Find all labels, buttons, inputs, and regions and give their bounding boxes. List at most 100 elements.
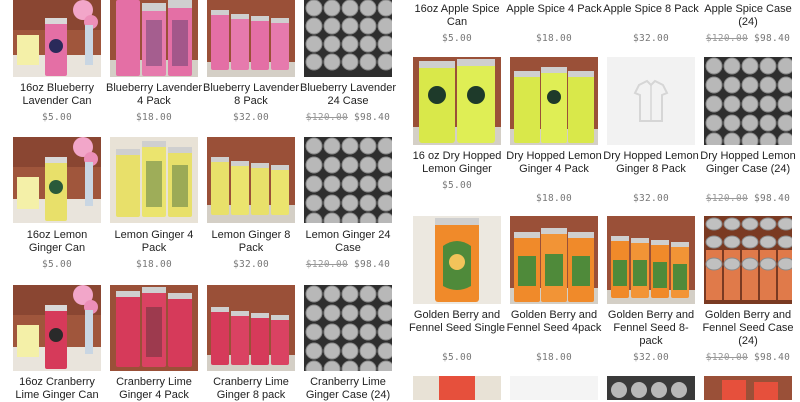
product-title[interactable]: Golden Berry and Fennel Seed 8-pack <box>603 309 699 348</box>
original-price: $120.00 <box>705 352 748 363</box>
product-card[interactable] <box>704 376 792 400</box>
original-price: $120.00 <box>705 33 748 44</box>
product-title[interactable]: 16oz Lemon Ginger Can <box>9 229 105 255</box>
product-title[interactable]: Dry Hopped Lemon Ginger Case (24) <box>700 150 796 176</box>
product-image[interactable] <box>110 137 198 223</box>
sale-price: $98.40 <box>754 352 791 363</box>
product-card[interactable]: Apple Spice 4 Pack $18.00 <box>506 0 601 48</box>
product-card[interactable]: Dry Hopped Lemon Ginger 8 Pack $32.00 <box>603 57 699 207</box>
original-price: $120.00 <box>705 193 748 204</box>
product-price: $5.00 <box>41 112 73 123</box>
sale-price: $98.40 <box>354 259 391 270</box>
product-title[interactable]: Golden Berry and Fennel Seed Single <box>409 309 505 335</box>
product-image[interactable] <box>13 285 101 371</box>
product-card[interactable]: Golden Berry and Fennel Seed Single $5.0… <box>409 216 505 366</box>
product-image[interactable] <box>704 376 792 400</box>
product-image[interactable] <box>413 57 501 145</box>
sale-price: $98.40 <box>754 193 791 204</box>
product-card[interactable]: Cranberry Lime Ginger 4 Pack <box>110 285 198 401</box>
product-card[interactable]: 16oz Blueberry Lavender Can $5.00 <box>13 0 101 125</box>
product-card[interactable] <box>413 376 501 400</box>
product-card[interactable]: Dry Hopped Lemon Ginger Case (24) $120.0… <box>700 57 796 207</box>
product-title[interactable]: Apple Spice 8 Pack <box>603 3 699 16</box>
product-price: $120.00 $98.40 <box>698 33 798 45</box>
original-price: $120.00 <box>305 112 348 123</box>
product-title[interactable]: Cranberry Lime Ginger 4 Pack <box>106 376 202 402</box>
product-card[interactable]: Golden Berry and Fennel Seed 4pack $18.0… <box>507 216 601 366</box>
product-card[interactable]: Dry Hopped Lemon Ginger 4 Pack $18.00 <box>506 57 602 207</box>
product-card[interactable]: Cranberry Lime Ginger 8 pack <box>207 285 295 401</box>
product-card[interactable]: Blueberry Lavender 8 Pack $32.00 <box>203 0 299 125</box>
product-title[interactable]: Blueberry Lavender 24 Case <box>300 82 396 108</box>
product-image[interactable] <box>207 137 295 223</box>
product-price: $18.00 <box>135 259 173 270</box>
product-price: $18.00 <box>535 352 573 363</box>
product-title[interactable]: Golden Berry and Fennel Seed 4pack <box>506 309 602 335</box>
product-price: $32.00 <box>632 193 670 204</box>
product-title[interactable]: Cranberry Lime Ginger Case (24) <box>300 376 396 402</box>
product-image[interactable] <box>413 376 501 400</box>
product-title[interactable]: 16 oz Dry Hopped Lemon Ginger <box>409 150 505 176</box>
product-title[interactable]: Apple Spice Case (24) <box>700 3 796 29</box>
product-title[interactable]: Lemon Ginger 24 Case <box>300 229 396 255</box>
product-card[interactable]: Lemon Ginger 8 Pack $32.00 <box>207 137 295 277</box>
product-price: $32.00 <box>232 259 270 270</box>
product-title[interactable]: Dry Hopped Lemon Ginger 8 Pack <box>603 150 699 176</box>
product-price: $18.00 <box>535 33 573 44</box>
product-card[interactable]: Blueberry Lavender 4 Pack $18.00 <box>106 0 202 125</box>
product-card[interactable]: Lemon Ginger 4 Pack $18.00 <box>110 137 198 277</box>
product-card[interactable]: 16oz Cranberry Lime Ginger Can <box>13 285 101 401</box>
product-image[interactable] <box>110 0 198 77</box>
product-image[interactable] <box>607 216 695 304</box>
product-price: $18.00 <box>535 193 573 204</box>
product-title[interactable]: Golden Berry and Fennel Seed Case (24) <box>700 309 796 348</box>
product-title[interactable]: Lemon Ginger 4 Pack <box>106 229 202 255</box>
product-title[interactable]: 16oz Apple Spice Can <box>409 3 505 29</box>
product-price: $5.00 <box>441 352 473 363</box>
product-price: $18.00 <box>135 112 173 123</box>
product-card[interactable]: Apple Spice 8 Pack $32.00 <box>603 0 698 48</box>
product-image[interactable] <box>304 0 392 77</box>
product-price: $5.00 <box>41 259 73 270</box>
sale-price: $98.40 <box>754 33 791 44</box>
product-image[interactable] <box>304 285 392 371</box>
product-image[interactable] <box>704 57 792 145</box>
product-image[interactable] <box>704 216 792 304</box>
product-title[interactable]: Dry Hopped Lemon Ginger 4 Pack <box>506 150 602 176</box>
product-title[interactable]: Apple Spice 4 Pack <box>506 3 602 16</box>
product-title[interactable]: Blueberry Lavender 4 Pack <box>106 82 202 108</box>
product-price: $32.00 <box>632 352 670 363</box>
product-title[interactable]: 16oz Cranberry Lime Ginger Can <box>9 376 105 402</box>
product-card[interactable] <box>510 376 598 400</box>
product-card[interactable]: Golden Berry and Fennel Seed 8-pack $32.… <box>607 216 695 366</box>
product-card[interactable]: Golden Berry and Fennel Seed Case (24) $… <box>702 216 794 366</box>
product-card[interactable]: Cranberry Lime Ginger Case (24) <box>304 285 392 401</box>
product-price: $120.00 $98.40 <box>698 193 798 205</box>
product-image[interactable] <box>510 216 598 304</box>
product-image[interactable] <box>207 0 295 77</box>
product-title[interactable]: Blueberry Lavender 8 Pack <box>203 82 299 108</box>
product-card[interactable]: Blueberry Lavender 24 Case $120.00 $98.40 <box>300 0 396 125</box>
product-card[interactable]: 16oz Lemon Ginger Can $5.00 <box>13 137 101 277</box>
product-card[interactable]: 16 oz Dry Hopped Lemon Ginger $5.00 <box>413 57 501 207</box>
product-image[interactable] <box>13 0 101 77</box>
product-title[interactable]: 16oz Blueberry Lavender Can <box>9 82 105 108</box>
product-image[interactable] <box>510 57 598 145</box>
product-image[interactable] <box>607 57 695 145</box>
product-image[interactable] <box>304 137 392 223</box>
product-title[interactable]: Lemon Ginger 8 Pack <box>203 229 299 255</box>
product-image[interactable] <box>510 376 598 400</box>
product-image[interactable] <box>13 137 101 223</box>
product-image[interactable] <box>607 376 695 400</box>
product-card[interactable]: Lemon Ginger 24 Case $120.00 $98.40 <box>304 137 392 277</box>
product-image[interactable] <box>413 216 501 304</box>
product-price: $120.00 $98.40 <box>298 112 398 124</box>
product-price: $5.00 <box>441 33 473 44</box>
product-price: $5.00 <box>441 180 473 191</box>
product-image[interactable] <box>110 285 198 371</box>
product-card[interactable]: 16oz Apple Spice Can $5.00 <box>413 0 501 48</box>
product-image[interactable] <box>207 285 295 371</box>
product-card[interactable] <box>607 376 695 400</box>
product-card[interactable]: Apple Spice Case (24) $120.00 $98.40 <box>704 0 792 48</box>
product-title[interactable]: Cranberry Lime Ginger 8 pack <box>203 376 299 402</box>
